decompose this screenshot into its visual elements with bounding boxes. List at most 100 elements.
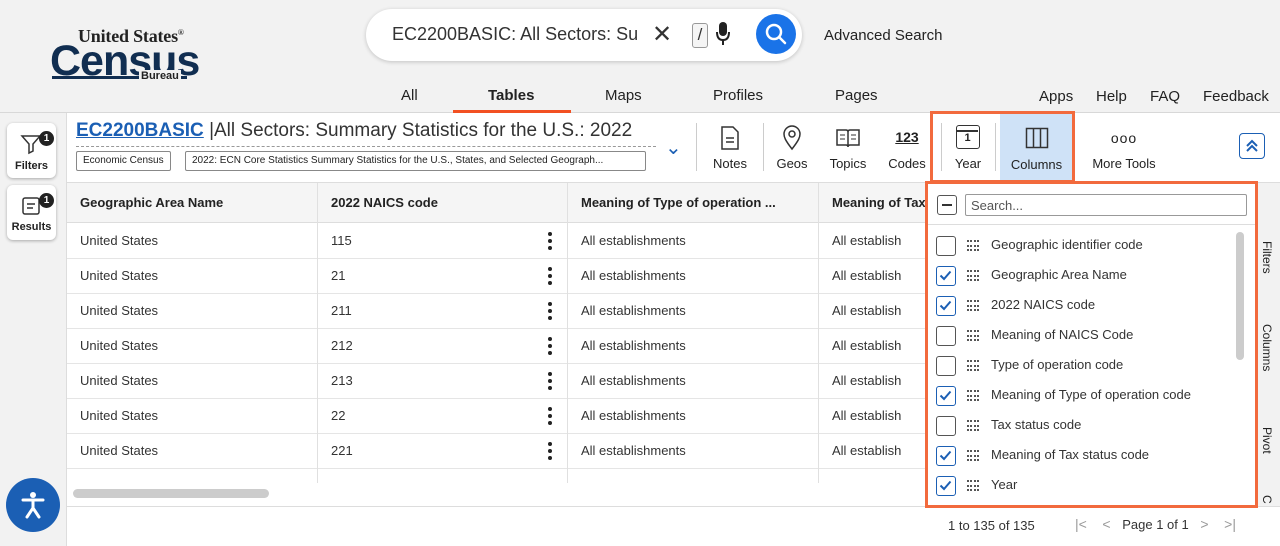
tab-profiles[interactable]: Profiles bbox=[713, 87, 763, 104]
unchecked-checkbox[interactable] bbox=[936, 236, 956, 256]
column-option-label: Type of operation code bbox=[991, 357, 1124, 372]
geos-button[interactable]: Geos bbox=[767, 125, 817, 173]
row-menu-icon[interactable] bbox=[548, 337, 552, 358]
tab-maps[interactable]: Maps bbox=[605, 87, 642, 104]
column-search-input[interactable] bbox=[965, 194, 1247, 216]
column-header[interactable]: 2022 NAICS code bbox=[331, 183, 531, 223]
column-divider bbox=[317, 183, 318, 483]
column-option[interactable]: Type of operation code bbox=[936, 352, 1236, 382]
side-tab-columns[interactable]: Columns bbox=[1260, 324, 1274, 371]
search-icon[interactable] bbox=[756, 14, 796, 54]
drag-handle-icon[interactable] bbox=[967, 330, 979, 342]
column-option[interactable]: Meaning of Tax status code bbox=[936, 442, 1236, 472]
chip-program[interactable]: Economic Census bbox=[76, 151, 171, 171]
checked-checkbox[interactable] bbox=[936, 446, 956, 466]
unchecked-checkbox[interactable] bbox=[936, 356, 956, 376]
last-page-icon[interactable]: >| bbox=[1224, 516, 1236, 532]
select-all-checkbox[interactable] bbox=[937, 195, 957, 215]
cell-operation: All establishments bbox=[581, 303, 686, 318]
pagination: |< < Page 1 of 1 > >| bbox=[1075, 516, 1236, 532]
search-input[interactable]: EC2200BASIC: All Sectors: Su bbox=[392, 24, 642, 45]
topics-button[interactable]: Topics bbox=[821, 125, 875, 173]
column-option[interactable]: Meaning of Type of operation code bbox=[936, 382, 1236, 412]
column-option-label: Tax status code bbox=[991, 417, 1082, 432]
grid-footer: 1 to 135 of 135 |< < Page 1 of 1 > >| bbox=[67, 506, 1280, 546]
results-button[interactable]: 1 Results bbox=[7, 185, 56, 240]
checked-checkbox[interactable] bbox=[936, 386, 956, 406]
column-option[interactable]: Tax status code bbox=[936, 412, 1236, 442]
column-header[interactable]: Meaning of Type of operation ... bbox=[581, 183, 811, 223]
help-link[interactable]: Help bbox=[1096, 88, 1127, 105]
row-menu-icon[interactable] bbox=[548, 407, 552, 428]
drag-handle-icon[interactable] bbox=[967, 450, 979, 462]
scrollbar-thumb[interactable] bbox=[73, 489, 269, 498]
apps-link[interactable]: Apps bbox=[1039, 88, 1073, 105]
toolbar-divider bbox=[696, 123, 697, 171]
more-tools-button[interactable]: ooo More Tools bbox=[1087, 125, 1161, 173]
cell-naics: 221 bbox=[331, 443, 353, 458]
tab-tables[interactable]: Tables bbox=[488, 87, 534, 104]
drag-handle-icon[interactable] bbox=[967, 300, 979, 312]
unchecked-checkbox[interactable] bbox=[936, 416, 956, 436]
filters-label: Filters bbox=[14, 160, 48, 172]
drag-handle-icon[interactable] bbox=[967, 390, 979, 402]
column-option[interactable]: Year bbox=[936, 472, 1236, 502]
column-option-label: 2022 NAICS code bbox=[991, 297, 1096, 312]
topics-label: Topics bbox=[829, 156, 867, 171]
notes-icon bbox=[721, 126, 739, 150]
column-divider bbox=[567, 183, 568, 483]
cell-naics: 211 bbox=[331, 303, 352, 318]
advanced-search-link[interactable]: Advanced Search bbox=[824, 27, 942, 44]
notes-button[interactable]: Notes bbox=[703, 125, 757, 173]
column-option[interactable]: Meaning of NAICS Code bbox=[936, 322, 1236, 352]
cell-operation: All establishments bbox=[581, 443, 686, 458]
panel-scrollbar[interactable] bbox=[1236, 232, 1244, 360]
drag-handle-icon[interactable] bbox=[967, 270, 979, 282]
column-option[interactable]: 2022 NAICS code bbox=[936, 292, 1236, 322]
side-tab-pivot[interactable]: Pivot bbox=[1260, 427, 1274, 454]
checked-checkbox[interactable] bbox=[936, 266, 956, 286]
chip-dataset[interactable]: 2022: ECN Core Statistics Summary Statis… bbox=[185, 151, 646, 171]
side-tab-more[interactable]: C bbox=[1260, 495, 1274, 504]
cell-naics: 22 bbox=[331, 408, 346, 423]
next-page-icon[interactable]: > bbox=[1200, 516, 1208, 532]
notes-label: Notes bbox=[713, 156, 747, 171]
checked-checkbox[interactable] bbox=[936, 296, 956, 316]
tab-pages[interactable]: Pages bbox=[835, 87, 878, 104]
column-option[interactable]: Geographic Area Name bbox=[936, 262, 1236, 292]
cell-tax: All establish bbox=[832, 338, 902, 353]
drag-handle-icon[interactable] bbox=[967, 480, 979, 492]
toolbar-divider bbox=[763, 123, 764, 171]
chevron-down-icon[interactable]: ⌄ bbox=[665, 135, 682, 160]
drag-handle-icon[interactable] bbox=[967, 420, 979, 432]
row-menu-icon[interactable] bbox=[548, 372, 552, 393]
accessibility-icon[interactable] bbox=[6, 478, 60, 532]
row-menu-icon[interactable] bbox=[548, 302, 552, 323]
drag-handle-icon[interactable] bbox=[967, 240, 979, 252]
row-menu-icon[interactable] bbox=[548, 232, 552, 253]
table-id-link[interactable]: EC2200BASIC bbox=[76, 120, 204, 141]
collapse-icon[interactable] bbox=[1239, 133, 1265, 159]
filters-button[interactable]: 1 Filters bbox=[7, 123, 56, 178]
unchecked-checkbox[interactable] bbox=[936, 326, 956, 346]
cell-area-name: United States bbox=[80, 443, 159, 458]
first-page-icon[interactable]: |< bbox=[1075, 516, 1087, 532]
row-menu-icon[interactable] bbox=[548, 442, 552, 463]
feedback-link[interactable]: Feedback bbox=[1203, 88, 1269, 105]
clear-search-icon[interactable]: ✕ bbox=[652, 20, 672, 49]
drag-handle-icon[interactable] bbox=[967, 360, 979, 372]
cell-naics: 212 bbox=[331, 338, 353, 353]
codes-button[interactable]: 123 Codes bbox=[881, 125, 933, 173]
column-header[interactable]: Geographic Area Name bbox=[80, 183, 310, 223]
prev-page-icon[interactable]: < bbox=[1102, 516, 1110, 532]
cell-operation: All establishments bbox=[581, 268, 686, 283]
column-header[interactable]: Meaning of Tax bbox=[832, 183, 932, 223]
faq-link[interactable]: FAQ bbox=[1150, 88, 1180, 105]
census-logo[interactable]: United States® Census Bureau bbox=[50, 26, 200, 86]
row-menu-icon[interactable] bbox=[548, 267, 552, 288]
tab-all[interactable]: All bbox=[401, 87, 418, 104]
side-tab-filters[interactable]: Filters bbox=[1260, 241, 1274, 274]
column-option[interactable]: Geographic identifier code bbox=[936, 232, 1236, 262]
checked-checkbox[interactable] bbox=[936, 476, 956, 496]
mic-icon[interactable] bbox=[716, 21, 730, 52]
